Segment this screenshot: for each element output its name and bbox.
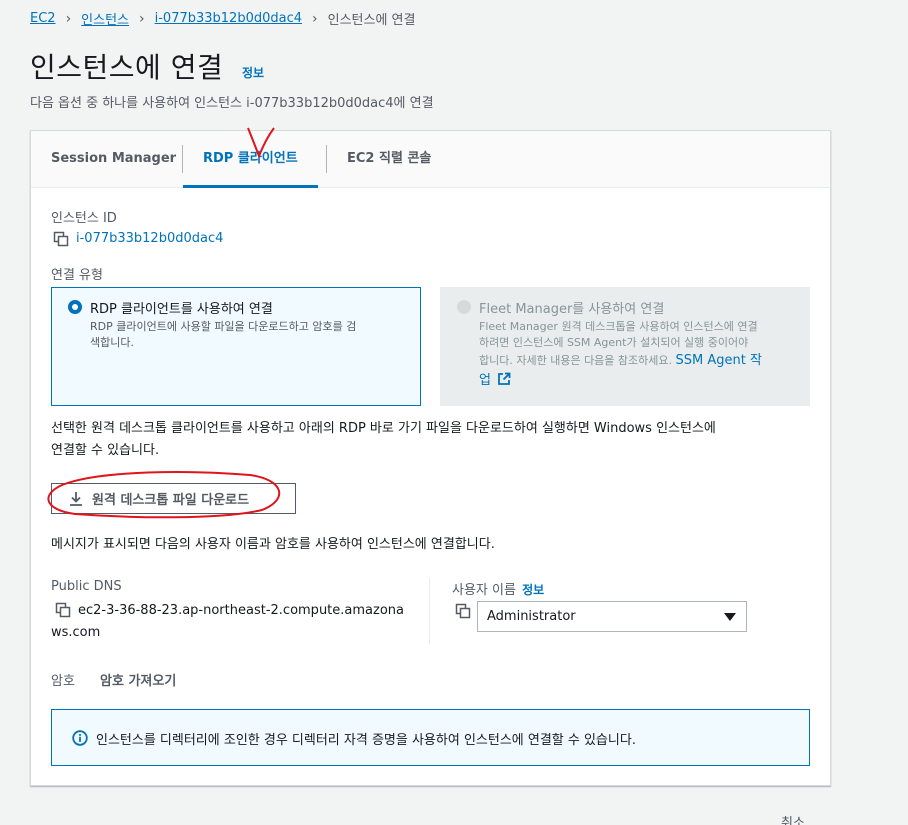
info-alert-text: 인스턴스를 디렉터리에 조인한 경우 디렉터리 자격 증명을 사용하여 인스턴스… xyxy=(96,733,636,748)
chevron-right-icon: › xyxy=(312,10,318,27)
radio-option-fleet-manager: Fleet Manager를 사용하여 연결 Fleet Manager 원격 … xyxy=(440,287,810,406)
tab-session-manager[interactable]: Session Manager xyxy=(31,131,196,187)
tab-rdp-client[interactable]: RDP 클라이언트 xyxy=(183,131,318,188)
radio-button-selected[interactable] xyxy=(68,300,82,314)
radio-option-desc-text: 합니다. 자세한 내용은 다음을 참조하세요. xyxy=(479,354,673,367)
page-title: 인스턴스에 연결 xyxy=(30,51,224,84)
download-icon xyxy=(70,491,82,506)
instructions-line1: 선택한 원격 데스크톱 클라이언트를 사용하고 아래의 RDP 바로 가기 파일… xyxy=(51,421,716,436)
instance-id-value[interactable]: i-077b33b12b0d0dac4 xyxy=(76,231,223,246)
chevron-right-icon: › xyxy=(65,10,72,27)
public-dns-label: Public DNS xyxy=(51,579,122,594)
info-link[interactable]: 정보 xyxy=(242,64,264,81)
radio-option-rdp[interactable]: RDP 클라이언트를 사용하여 연결 RDP 클라이언트에 사용할 파일을 다운… xyxy=(51,287,421,406)
get-password-link[interactable]: 암호 가져오기 xyxy=(100,670,176,689)
info-alert: 인스턴스를 디렉터리에 조인한 경우 디렉터리 자격 증명을 사용하여 인스턴스… xyxy=(51,709,810,766)
caret-down-icon xyxy=(724,613,736,621)
username-selected-value: Administrator xyxy=(487,609,576,624)
copy-icon[interactable] xyxy=(455,603,471,619)
radio-option-desc-line1: RDP 클라이언트에 사용할 파일을 다운로드하고 암호를 검 xyxy=(90,320,357,333)
connect-panel: Session Manager RDP 클라이언트 EC2 직렬 콘솔 인스턴스… xyxy=(30,130,831,786)
username-label: 사용자 이름 정보 xyxy=(452,579,544,598)
public-dns-value-line1: ec2-3-36-88-23.ap-northeast-2.compute.am… xyxy=(78,603,404,618)
radio-option-desc-line3: 합니다. 자세한 내용은 다음을 참조하세요. SSM Agent 작 xyxy=(479,352,762,369)
message-text: 메시지가 표시되면 다음의 사용자 이름과 암호를 사용하여 인스턴스에 연결합… xyxy=(51,537,495,552)
cancel-button[interactable]: 취소 xyxy=(781,812,805,825)
tab-ec2-serial-console[interactable]: EC2 직렬 콘솔 xyxy=(327,131,451,187)
instructions-line2: 연결할 수 있습니다. xyxy=(51,443,160,458)
column-divider xyxy=(429,578,430,644)
ssm-agent-link-cont[interactable]: 업 xyxy=(479,372,511,389)
ssm-agent-link[interactable]: SSM Agent 작 xyxy=(676,353,762,368)
tab-bar: Session Manager RDP 클라이언트 EC2 직렬 콘솔 xyxy=(31,131,830,188)
breadcrumb-ec2[interactable]: EC2 xyxy=(30,11,56,26)
public-dns-value-line2: ws.com xyxy=(51,625,101,640)
username-select[interactable]: Administrator xyxy=(477,601,747,632)
username-label-text: 사용자 이름 xyxy=(452,583,516,598)
radio-option-title: Fleet Manager를 사용하여 연결 xyxy=(479,302,665,317)
instance-id-label: 인스턴스 ID xyxy=(51,211,117,226)
username-info-link[interactable]: 정보 xyxy=(522,583,544,597)
chevron-right-icon: › xyxy=(139,10,145,27)
download-button-label: 원격 데스크톱 파일 다운로드 xyxy=(92,493,250,508)
info-icon xyxy=(72,730,88,746)
download-rdp-file-button[interactable]: 원격 데스크톱 파일 다운로드 xyxy=(51,483,296,514)
radio-option-desc-line1: Fleet Manager 원격 데스크톱을 사용하여 인스턴스에 연결 xyxy=(479,320,758,333)
radio-option-desc-line2: 하려면 인스턴스에 SSM Agent가 설치되어 실행 중이어야 xyxy=(479,336,749,349)
radio-option-desc-line2: 색합니다. xyxy=(90,336,134,349)
breadcrumb-current: 인스턴스에 연결 xyxy=(327,13,416,28)
connection-type-label: 연결 유형 xyxy=(51,268,103,283)
radio-option-title: RDP 클라이언트를 사용하여 연결 xyxy=(90,302,273,317)
password-label: 암호 xyxy=(51,674,75,689)
external-link-icon xyxy=(498,372,511,385)
breadcrumb-instance-id[interactable]: i-077b33b12b0d0dac4 xyxy=(155,11,302,26)
radio-button-disabled xyxy=(457,300,471,314)
breadcrumb: EC2 › 인스턴스 › i-077b33b12b0d0dac4 › 인스턴스에… xyxy=(30,9,416,29)
ssm-agent-link-text[interactable]: 업 xyxy=(479,373,491,388)
copy-icon[interactable] xyxy=(55,602,71,618)
page-description: 다음 옵션 중 하나를 사용하여 인스턴스 i-077b33b12b0d0dac… xyxy=(30,96,434,111)
copy-icon[interactable] xyxy=(53,231,69,247)
breadcrumb-instances[interactable]: 인스턴스 xyxy=(81,9,129,28)
